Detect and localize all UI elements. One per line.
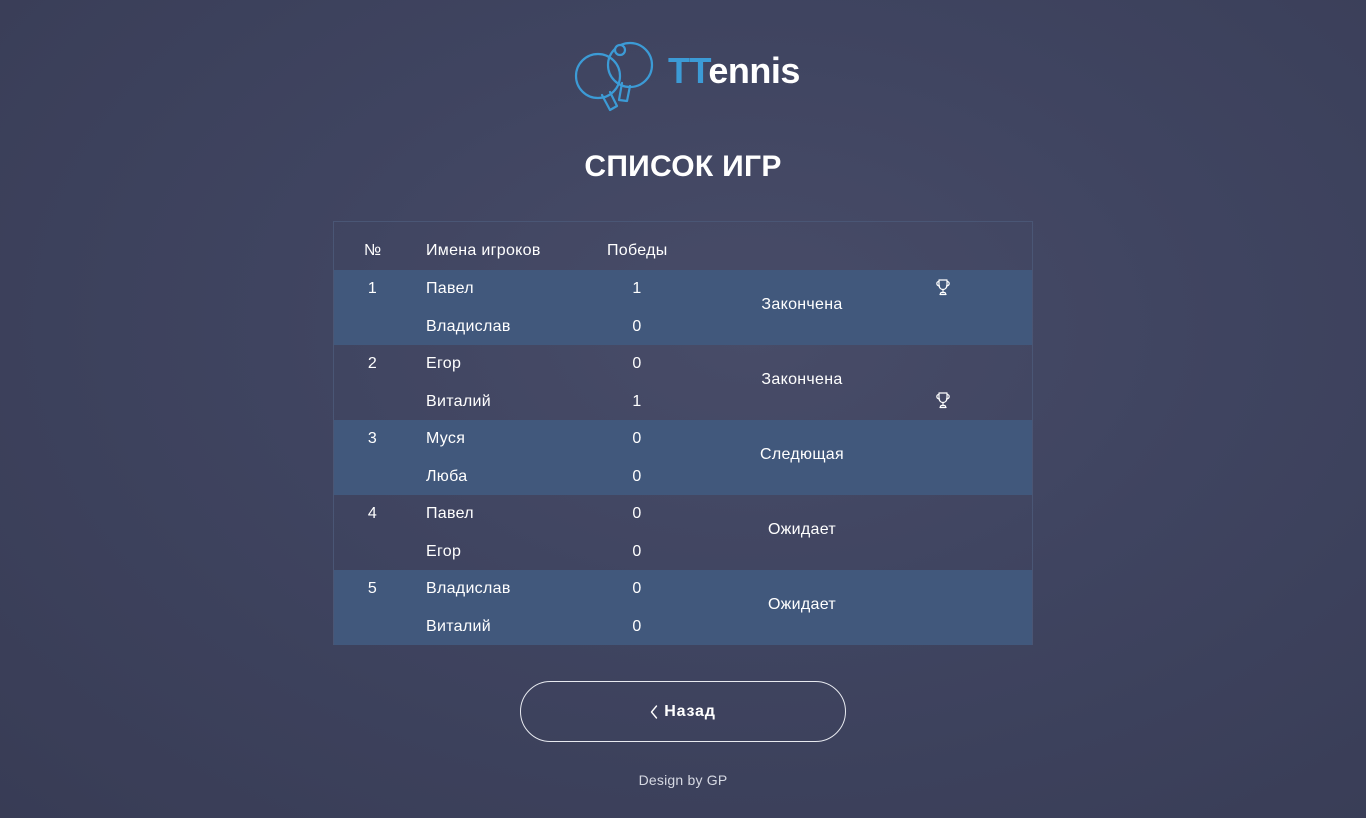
trophy-icon — [933, 277, 953, 297]
player-two-name: Владислав — [426, 318, 511, 335]
brand-name: TTennis — [668, 53, 800, 89]
player-one-name: Егор — [426, 355, 462, 372]
game-number: 5 — [367, 580, 378, 597]
player-two-name: Виталий — [426, 393, 491, 410]
header-number: № — [364, 242, 382, 259]
player-one-name: Павел — [426, 505, 474, 522]
table-row[interactable]: 1 Павел Владислав 1 0 Закончена — [334, 270, 1032, 345]
header-wins: Победы — [607, 242, 668, 259]
player-one-wins: 0 — [632, 430, 642, 447]
game-number: 2 — [367, 355, 378, 372]
table-row[interactable]: 2 Егор Виталий 0 1 Закончена — [334, 345, 1032, 420]
game-status: Закончена — [761, 296, 843, 313]
back-button[interactable]: Назад — [520, 681, 846, 742]
brand-name-rest: ennis — [708, 50, 800, 91]
player-one-wins: 0 — [632, 580, 642, 597]
player-two-name: Люба — [426, 468, 468, 485]
player-two-wins: 0 — [632, 318, 642, 335]
chevron-left-icon — [651, 704, 658, 719]
ping-pong-paddles-icon — [574, 41, 654, 112]
game-number: 4 — [367, 505, 378, 522]
game-number: 1 — [367, 280, 378, 297]
table-row[interactable]: 4 Павел Егор 0 0 Ожидает — [334, 495, 1032, 570]
games-table: № Имена игроков Победы 1 Павел Владислав 1 0… — [333, 221, 1033, 645]
player-one-wins: 0 — [632, 355, 642, 372]
game-number: 3 — [367, 430, 378, 447]
brand-logo[interactable]: TTennis — [572, 40, 800, 112]
player-two-wins: 0 — [632, 543, 642, 560]
player-one-wins: 0 — [632, 505, 642, 522]
game-status: Закончена — [761, 371, 843, 388]
player-one-name: Павел — [426, 280, 474, 297]
table-row[interactable]: 3 Муся Люба 0 0 Следющая — [334, 420, 1032, 495]
player-two-name: Егор — [426, 543, 462, 560]
back-button-label: Назад — [664, 702, 716, 720]
game-status: Ожидает — [767, 596, 837, 613]
trophy-icon — [933, 390, 953, 410]
game-status: Ожидает — [767, 521, 837, 538]
player-two-wins: 0 — [632, 618, 642, 635]
game-status: Следющая — [760, 446, 844, 463]
player-two-wins: 1 — [632, 393, 642, 410]
header-player-names: Имена игроков — [426, 242, 541, 259]
footer-credit: Design by GP — [638, 772, 728, 788]
page-title: СПИСОК ИГР — [584, 150, 782, 183]
player-two-wins: 0 — [632, 468, 642, 485]
player-one-name: Владислав — [426, 580, 511, 597]
table-header: № Имена игроков Победы — [334, 222, 1032, 270]
player-one-wins: 1 — [632, 280, 642, 297]
player-two-name: Виталий — [426, 618, 491, 635]
games-body: 1 Павел Владислав 1 0 Закончена 2 Егор Виталий 0 1… — [334, 270, 1032, 645]
table-row[interactable]: 5 Владислав Виталий 0 0 Ожидает — [334, 570, 1032, 645]
brand-name-accent: TT — [668, 50, 709, 91]
player-one-name: Муся — [426, 430, 466, 447]
